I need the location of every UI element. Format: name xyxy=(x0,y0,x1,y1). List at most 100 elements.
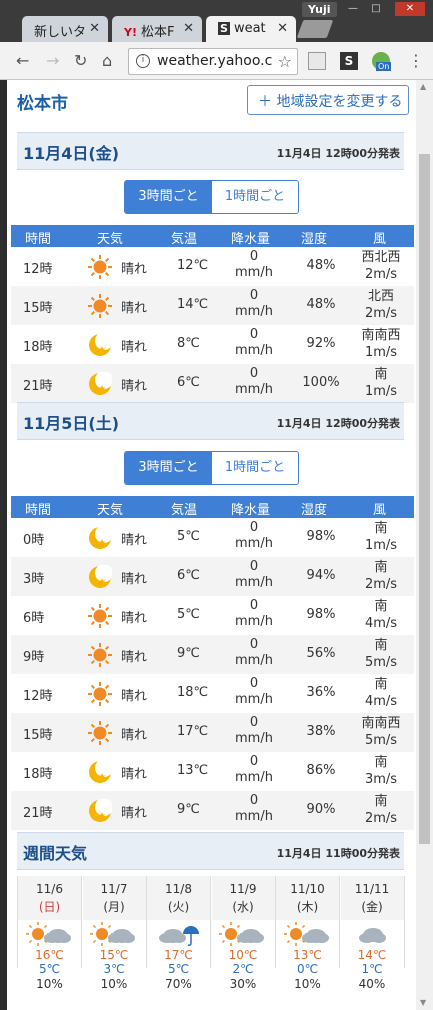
table-row: 0時 晴れ 5℃ 0 mm/h 98% 南 1m/s xyxy=(11,518,414,557)
wind-speed: 2m/s xyxy=(364,577,398,592)
row-rain: 0 mm/h xyxy=(231,249,277,281)
wind-direction: 南 xyxy=(374,638,388,653)
day-date: 11月5日(土) xyxy=(23,414,120,433)
row-time: 21時 xyxy=(23,379,53,394)
row-weather: 晴れ xyxy=(121,767,148,782)
row-weather: 晴れ xyxy=(121,572,148,587)
tab-1hour[interactable]: 1時間ごと xyxy=(212,452,298,484)
row-temp: 17℃ xyxy=(177,724,209,739)
globe-extension-icon[interactable]: On xyxy=(372,52,392,71)
tab-3hour[interactable]: 3時間ごと xyxy=(125,452,212,484)
bookmark-star-icon[interactable]: ☆ xyxy=(278,52,292,71)
row-temp: 18℃ xyxy=(177,685,209,700)
minimize-icon[interactable]: — xyxy=(343,2,363,16)
weekly-pop: 10% xyxy=(100,977,128,991)
sun-cloud-icon xyxy=(212,920,275,948)
rain-value: 0 xyxy=(249,754,259,769)
row-rain: 0 mm/h xyxy=(231,598,277,630)
tab-3hour[interactable]: 3時間ごと xyxy=(125,181,212,213)
interval-toggle: 3時間ごと 1時間ごと xyxy=(124,180,299,214)
tab-close-icon[interactable]: ✕ xyxy=(183,21,194,36)
row-temp: 8℃ xyxy=(177,336,200,351)
scroll-down-icon[interactable]: ▼ xyxy=(420,998,426,1007)
row-wind: 南南西 1m/s xyxy=(356,327,406,361)
row-rain: 0 mm/h xyxy=(231,559,277,591)
table-header: 時間 天気 気温 降水量 湿度 風 xyxy=(11,496,414,518)
tab-close-icon[interactable]: ✕ xyxy=(277,21,288,36)
row-humidity: 38% xyxy=(306,724,336,739)
weekly-day-header: 11/7 (月) xyxy=(82,876,146,920)
row-wind: 南 4m/s xyxy=(356,598,406,632)
row-time: 18時 xyxy=(23,767,53,782)
row-weather: 晴れ xyxy=(121,301,148,316)
scrollbar[interactable]: ▲ ▼ xyxy=(416,80,433,1010)
wind-speed: 5m/s xyxy=(364,733,398,748)
table-row: 12時 晴れ 12℃ 0 mm/h 48% 西北西 2m/s xyxy=(11,247,414,286)
weekly-day: 11/7 (月) 15℃ 3℃ 10% xyxy=(82,876,147,991)
day-header: 11月4日(金) 11月4日 12時00分発表 xyxy=(17,132,404,170)
forward-arrow-icon[interactable]: → xyxy=(46,51,59,70)
row-wind: 南南西 5m/s xyxy=(356,715,406,749)
window-close-icon[interactable]: ✕ xyxy=(395,2,425,16)
wind-speed: 4m/s xyxy=(364,694,398,709)
row-time: 18時 xyxy=(23,340,53,355)
table-row: 9時 晴れ 9℃ 0 mm/h 56% 南 5m/s xyxy=(11,635,414,674)
s-favicon-icon: S xyxy=(218,22,230,35)
wind-direction: 南 xyxy=(374,599,388,614)
tab-yahoo[interactable]: Y! 松本F ✕ xyxy=(112,16,202,44)
rain-unit: mm/h xyxy=(235,304,273,319)
rain-value: 0 xyxy=(249,249,259,264)
profile-button[interactable]: Yuji xyxy=(302,2,337,17)
row-humidity: 98% xyxy=(306,607,336,622)
scrollbar-thumb[interactable] xyxy=(419,154,430,844)
rain-value: 0 xyxy=(249,676,259,691)
row-weather: 晴れ xyxy=(121,262,148,277)
row-humidity: 48% xyxy=(306,297,336,312)
issued-time: 11月4日 12時00分発表 xyxy=(276,147,400,160)
row-time: 9時 xyxy=(23,650,45,665)
weekly-pop: 30% xyxy=(229,977,257,991)
tab-new[interactable]: 新しいタ ✕ xyxy=(22,16,108,44)
weekly-dow: (水) xyxy=(232,900,254,914)
rain-unit: mm/h xyxy=(235,809,273,824)
row-humidity: 36% xyxy=(306,685,336,700)
info-icon[interactable]: i xyxy=(136,54,150,68)
back-arrow-icon[interactable]: ← xyxy=(16,51,29,70)
document-extension-icon[interactable] xyxy=(308,52,326,70)
weekly-day-header: 11/10 (木) xyxy=(276,876,339,920)
rain-value: 0 xyxy=(249,520,259,535)
moon-icon xyxy=(88,372,112,396)
browser-toolbar: ← → ↻ ⌂ i weather.yahoo.c ☆ S On ⋮ xyxy=(0,42,433,80)
day-header: 11月5日(土) 11月4日 12時00分発表 xyxy=(17,402,404,440)
wind-direction: 南 xyxy=(374,521,388,536)
tab-label: 松本F xyxy=(140,25,175,40)
yahoo-favicon-icon: Y! xyxy=(124,26,137,39)
row-rain: 0 mm/h xyxy=(231,676,277,708)
sun-cloud-icon xyxy=(18,920,81,948)
s-extension-icon[interactable]: S xyxy=(340,52,358,70)
menu-icon[interactable]: ⋮ xyxy=(408,51,424,70)
row-wind: 南 3m/s xyxy=(356,754,406,788)
maximize-icon[interactable]: □ xyxy=(366,2,386,16)
tab-weather[interactable]: Sweat ✕ xyxy=(206,16,296,44)
row-rain: 0 mm/h xyxy=(231,288,277,320)
wind-speed: 2m/s xyxy=(364,811,398,826)
row-rain: 0 mm/h xyxy=(231,637,277,669)
table-row: 15時 晴れ 17℃ 0 mm/h 38% 南南西 5m/s xyxy=(11,713,414,752)
tab-close-icon[interactable]: ✕ xyxy=(89,21,100,36)
row-time: 12時 xyxy=(23,262,53,277)
new-tab-button[interactable] xyxy=(296,20,334,38)
wind-direction: 南南西 xyxy=(361,328,401,343)
home-icon[interactable]: ⌂ xyxy=(102,51,112,70)
scroll-up-icon[interactable]: ▲ xyxy=(420,82,426,91)
row-weather: 晴れ xyxy=(121,689,148,704)
change-region-button[interactable]: ＋ 地域設定を変更する xyxy=(247,85,409,115)
tab-1hour[interactable]: 1時間ごと xyxy=(212,181,298,213)
reload-icon[interactable]: ↻ xyxy=(74,51,87,70)
table-row: 12時 晴れ 18℃ 0 mm/h 36% 南 4m/s xyxy=(11,674,414,713)
row-humidity: 92% xyxy=(306,336,336,351)
row-wind: 西北西 2m/s xyxy=(356,249,406,283)
row-time: 0時 xyxy=(23,533,45,548)
weekly-high: 10℃ xyxy=(228,948,258,962)
address-bar[interactable]: i weather.yahoo.c ☆ xyxy=(128,48,298,75)
